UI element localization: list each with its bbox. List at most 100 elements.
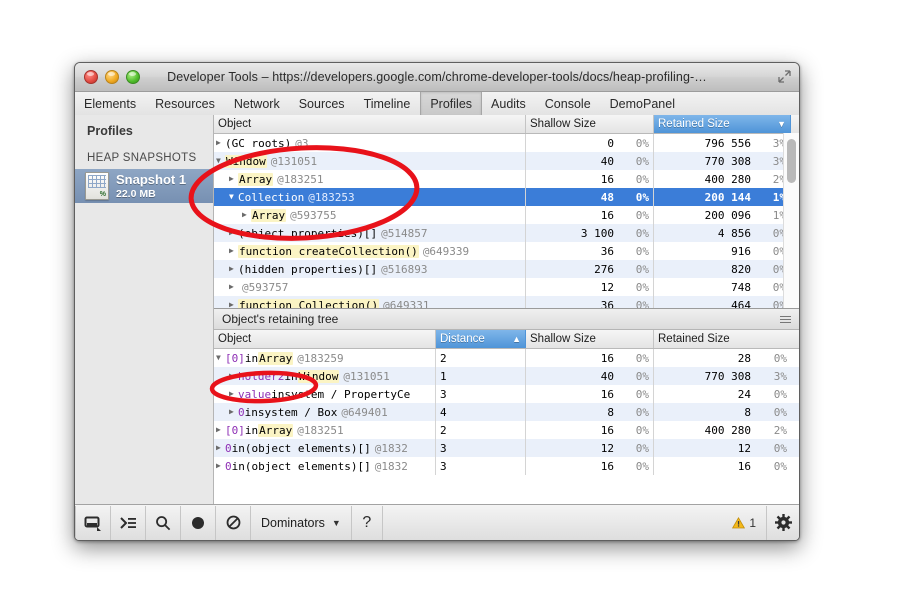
snapshot-name: Snapshot 1 <box>116 172 186 188</box>
zoom-window-button[interactable] <box>126 70 140 84</box>
tab-console[interactable]: Console <box>536 92 601 115</box>
cell-shallow-size: 16 <box>526 457 618 475</box>
cell-filler <box>791 349 799 367</box>
tab-timeline[interactable]: Timeline <box>355 92 421 115</box>
grid-rows[interactable]: ▶(GC roots)@300%796 5563%▼Window@1310514… <box>214 134 799 308</box>
column-header-object[interactable]: Object <box>214 115 526 133</box>
column-header-shallow-size[interactable]: Shallow Size <box>526 330 654 348</box>
tab-audits[interactable]: Audits <box>482 92 536 115</box>
table-row[interactable]: ▶function Collection()@649331360%4640% <box>214 296 799 308</box>
tab-label: Sources <box>299 97 345 111</box>
snapshot-icon: % <box>85 172 109 200</box>
cell-object: ▼Collection@183253 <box>214 188 526 206</box>
table-row[interactable]: ▶0 in (object elements)[]@18323120%120% <box>214 439 799 457</box>
disclosure-triangle-icon[interactable]: ▶ <box>229 229 238 237</box>
vertical-scrollbar[interactable] <box>783 133 799 308</box>
hamburger-icon[interactable] <box>780 316 791 323</box>
table-row[interactable]: ▶(hidden properties)[]@5168932760%8200% <box>214 260 799 278</box>
disclosure-triangle-icon[interactable]: ▶ <box>229 408 238 416</box>
cell-object: ▶@593757 <box>214 278 526 296</box>
table-row[interactable]: ▶(object properties)[]@5148573 1000%4 85… <box>214 224 799 242</box>
table-row[interactable]: ▶Array@183251160%400 2802% <box>214 170 799 188</box>
disclosure-triangle-icon[interactable]: ▶ <box>229 265 238 273</box>
grid-header-row[interactable]: Object Distance ▲ Shallow Size Retained … <box>214 330 799 349</box>
console-drawer-icon[interactable] <box>111 506 146 540</box>
cell-retained-pct: 0% <box>755 439 791 457</box>
column-header-filler <box>791 330 799 348</box>
disclosure-triangle-icon[interactable]: ▶ <box>242 211 251 219</box>
table-row[interactable]: ▼Collection@183253480%200 1441% <box>214 188 799 206</box>
cell-filler <box>791 385 799 403</box>
cell-shallow-pct: 0% <box>618 206 654 224</box>
warning-indicator[interactable]: 1 <box>732 516 766 530</box>
disclosure-triangle-icon[interactable]: ▶ <box>216 462 225 470</box>
cell-retained-pct: 2% <box>755 421 791 439</box>
cell-shallow-pct: 0% <box>618 457 654 475</box>
table-row[interactable]: ▶value in system / PropertyCe3160%240% <box>214 385 799 403</box>
column-header-retained-size[interactable]: Retained Size <box>654 330 791 348</box>
record-icon[interactable] <box>181 506 216 540</box>
cell-retained-pct: 0% <box>755 385 791 403</box>
window-title: Developer Tools – https://developers.goo… <box>75 70 799 84</box>
table-row[interactable]: ▶[0] in Array@1832512160%400 2802% <box>214 421 799 439</box>
tab-elements[interactable]: Elements <box>75 92 146 115</box>
disclosure-triangle-icon[interactable]: ▶ <box>229 301 238 308</box>
panel-tab-bar[interactable]: Elements Resources Network Sources Timel… <box>75 92 799 116</box>
cell-shallow-size: 12 <box>526 439 618 457</box>
disclosure-triangle-icon[interactable]: ▶ <box>229 175 238 183</box>
tab-resources[interactable]: Resources <box>146 92 225 115</box>
cell-distance: 4 <box>436 403 526 421</box>
window-controls[interactable] <box>84 70 140 84</box>
disclosure-triangle-icon[interactable]: ▼ <box>216 157 225 165</box>
scrollbar-thumb[interactable] <box>787 139 796 183</box>
tab-demopanel[interactable]: DemoPanel <box>601 92 685 115</box>
table-row[interactable]: ▶0 in (object elements)[]@18323160%160% <box>214 457 799 475</box>
cell-object: ▶0 in system / Box@649401 <box>214 403 436 421</box>
disclosure-triangle-icon[interactable]: ▼ <box>229 193 238 201</box>
table-row[interactable]: ▶function createCollection()@649339360%9… <box>214 242 799 260</box>
table-row[interactable]: ▶(GC roots)@300%796 5563% <box>214 134 799 152</box>
table-row[interactable]: ▶Array@593755160%200 0961% <box>214 206 799 224</box>
clear-icon[interactable] <box>216 506 251 540</box>
help-button[interactable]: ? <box>352 506 383 540</box>
cell-retained-size: 28 <box>654 349 755 367</box>
close-window-button[interactable] <box>84 70 98 84</box>
disclosure-triangle-icon[interactable]: ▼ <box>216 354 225 362</box>
disclosure-triangle-icon[interactable]: ▶ <box>229 372 238 380</box>
table-row[interactable]: ▼[0] in Array@1832592160%280% <box>214 349 799 367</box>
column-header-distance[interactable]: Distance ▲ <box>436 330 526 348</box>
title-bar[interactable]: Developer Tools – https://developers.goo… <box>75 63 799 92</box>
column-header-shallow-size[interactable]: Shallow Size <box>526 115 654 133</box>
column-label: Object <box>218 333 251 345</box>
expand-icon[interactable] <box>778 70 791 83</box>
tab-profiles[interactable]: Profiles <box>420 92 482 115</box>
disclosure-triangle-icon[interactable]: ▶ <box>216 139 225 147</box>
grid-rows[interactable]: ▼[0] in Array@1832592160%280%▶holder2 in… <box>214 349 799 505</box>
disclosure-triangle-icon[interactable]: ▶ <box>229 390 238 398</box>
cell-retained-size: 464 <box>654 296 755 308</box>
grid-header-row[interactable]: Object Shallow Size Retained Size ▼ <box>214 115 799 134</box>
gear-icon[interactable] <box>766 506 799 540</box>
table-row[interactable]: ▶@593757120%7480% <box>214 278 799 296</box>
disclosure-triangle-icon[interactable]: ▶ <box>229 247 238 255</box>
disclosure-triangle-icon[interactable]: ▶ <box>216 444 225 452</box>
cell-shallow-size: 3 100 <box>526 224 618 242</box>
disclosure-triangle-icon[interactable]: ▶ <box>229 283 238 291</box>
table-row[interactable]: ▶0 in system / Box@649401480%80% <box>214 403 799 421</box>
tab-sources[interactable]: Sources <box>290 92 355 115</box>
column-header-retained-size[interactable]: Retained Size ▼ <box>654 115 791 133</box>
table-row[interactable]: ▶holder2 in Window@1310511400%770 3083% <box>214 367 799 385</box>
disclosure-triangle-icon[interactable]: ▶ <box>216 426 225 434</box>
tab-network[interactable]: Network <box>225 92 290 115</box>
cell-retained-size: 748 <box>654 278 755 296</box>
column-header-filler <box>791 115 799 133</box>
sidebar-item-snapshot-1[interactable]: % Snapshot 1 22.0 MB <box>75 169 213 203</box>
minimize-window-button[interactable] <box>105 70 119 84</box>
search-icon[interactable] <box>146 506 181 540</box>
cell-shallow-size: 16 <box>526 421 618 439</box>
view-select[interactable]: Dominators ▼ <box>251 506 352 540</box>
dock-toggle-icon[interactable] <box>75 506 111 540</box>
column-header-object[interactable]: Object <box>214 330 436 348</box>
table-row[interactable]: ▼Window@131051400%770 3083% <box>214 152 799 170</box>
cell-shallow-size: 8 <box>526 403 618 421</box>
